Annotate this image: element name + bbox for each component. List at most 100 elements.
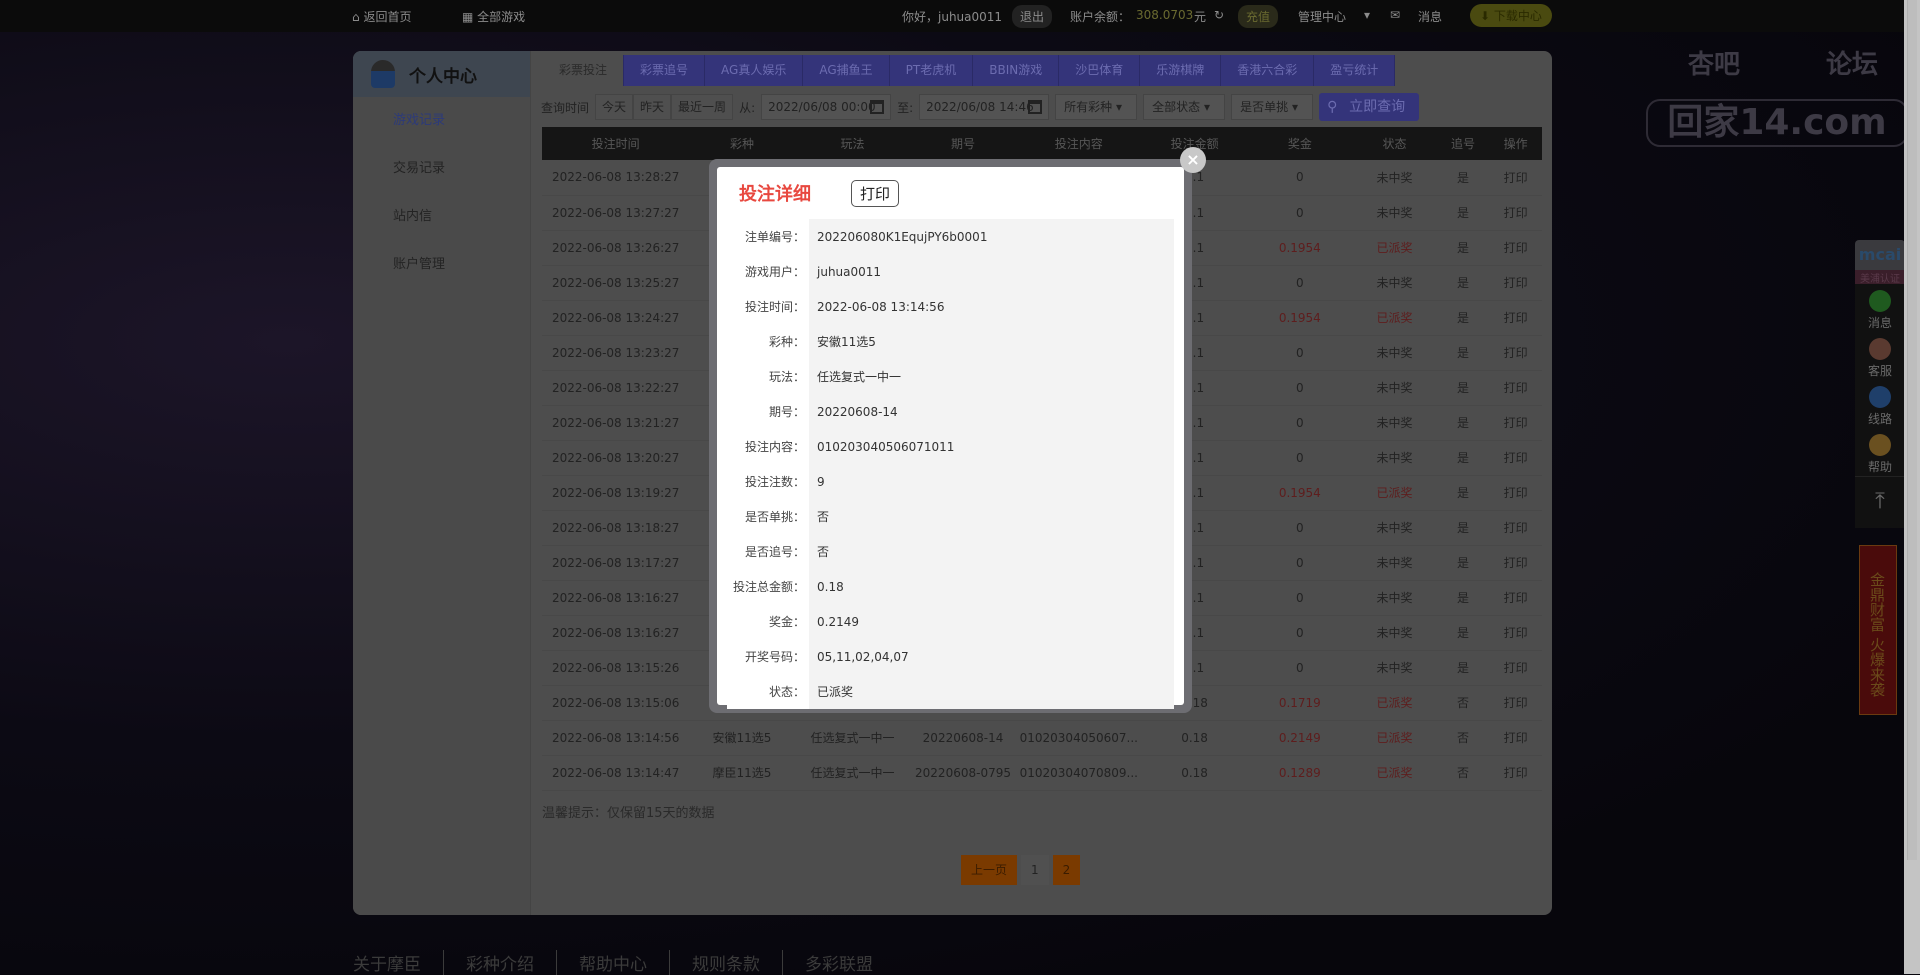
print-link[interactable]: 打印 [1489, 370, 1542, 406]
sidebar-item-transactions[interactable]: 交易记录 [353, 145, 530, 193]
home-link[interactable]: ⌂ 返回首页 [352, 8, 411, 25]
table-cell: 0 [1247, 160, 1353, 196]
print-link[interactable]: 打印 [1489, 545, 1542, 581]
table-cell: 安徽11选5 [689, 720, 795, 756]
rail-messages[interactable]: 消息 [1855, 284, 1905, 332]
footer-link[interactable]: 帮助中心 [557, 950, 670, 975]
prev-page-button[interactable]: 上一页 [961, 855, 1018, 885]
back-to-top-icon[interactable]: ⤒ [1855, 476, 1905, 528]
calendar-icon[interactable] [1028, 100, 1043, 114]
chat-icon [1869, 290, 1891, 312]
sidebar: 个人中心 游戏记录 交易记录 站内信 账户管理 [353, 51, 531, 915]
print-link[interactable]: 打印 [1489, 300, 1542, 336]
sidebar-item-inbox[interactable]: 站内信 [353, 193, 530, 241]
messages-link[interactable]: 消息 [1418, 8, 1442, 25]
refresh-icon[interactable]: ↻ [1214, 8, 1224, 22]
table-cell: 是 [1436, 230, 1490, 266]
detail-label: 期号： [768, 405, 805, 419]
lottery-select[interactable]: 所有彩种 ▾ [1055, 94, 1138, 120]
page-1-button[interactable]: 1 [1021, 855, 1049, 885]
table-cell: 0 [1247, 195, 1353, 231]
detail-row: 奖金： 0.2149 [727, 604, 1174, 639]
print-link[interactable]: 打印 [1489, 195, 1542, 231]
table-cell: 已派奖 [1352, 755, 1437, 791]
rail-routes[interactable]: 线路 [1855, 380, 1905, 428]
print-link[interactable]: 打印 [1489, 475, 1542, 511]
print-link[interactable]: 打印 [1489, 720, 1542, 756]
tab-1[interactable]: 彩票追号 [624, 55, 706, 86]
tab-0[interactable]: 彩票投注 [543, 55, 625, 86]
table-cell: 0 [1247, 265, 1353, 301]
sidebar-item-game-records[interactable]: 游戏记录 [353, 97, 530, 145]
tab-6[interactable]: 沙巴体育 [1059, 55, 1141, 86]
table-cell: 是 [1436, 195, 1490, 231]
table-cell: 是 [1436, 335, 1490, 371]
support-agent-icon [1869, 338, 1891, 360]
page-2-button[interactable]: 2 [1052, 855, 1081, 885]
tab-8[interactable]: 香港六合彩 [1221, 55, 1315, 86]
recharge-button[interactable]: 充值 [1238, 5, 1279, 28]
tab-7[interactable]: 乐游棋牌 [1140, 55, 1222, 86]
detail-value: 202206080K1EqujPY6b0001 [817, 229, 988, 244]
balance-label: 账户余额： [1070, 10, 1131, 24]
table-cell: 0.1954 [1247, 300, 1353, 336]
to-date-input[interactable]: 2022/06/08 14:46 [919, 94, 1050, 120]
mail-icon[interactable]: ✉ [1390, 8, 1400, 22]
table-cell: 20220608-0795 [910, 755, 1016, 791]
detail-label: 投注内容： [744, 440, 805, 454]
table-cell: 01020304070809... [1015, 755, 1142, 791]
print-link[interactable]: 打印 [1489, 230, 1542, 266]
sidebar-item-account[interactable]: 账户管理 [353, 241, 530, 289]
print-link[interactable]: 打印 [1489, 335, 1542, 371]
tab-5[interactable]: BBIN游戏 [973, 55, 1060, 86]
promo-banner[interactable]: 金鼎财富 火爆来袭 [1851, 535, 1905, 730]
yesterday-button[interactable]: 昨天 [633, 94, 672, 120]
footer-link[interactable]: 关于摩臣 [353, 950, 444, 975]
detail-value: 已派奖 [817, 685, 854, 699]
status-select[interactable]: 全部状态 ▾ [1143, 94, 1226, 120]
tab-9[interactable]: 盈亏统计 [1314, 55, 1396, 86]
print-link[interactable]: 打印 [1489, 685, 1542, 721]
print-link[interactable]: 打印 [1489, 405, 1542, 441]
detail-value: 2022-06-08 13:14:56 [817, 299, 945, 314]
logout-button[interactable]: 退出 [1012, 5, 1053, 28]
detail-row: 期号： 20220608-14 [727, 394, 1174, 429]
print-link[interactable]: 打印 [1489, 755, 1542, 791]
table-cell: 2022-06-08 13:19:27 [542, 475, 690, 511]
column-header: 状态 [1352, 127, 1437, 160]
footer-link[interactable]: 彩种介绍 [444, 950, 557, 975]
query-button[interactable]: ⚲ 立即查询 [1319, 93, 1420, 121]
tab-4[interactable]: PT老虎机 [889, 55, 974, 86]
print-link[interactable]: 打印 [1489, 510, 1542, 546]
print-link[interactable]: 打印 [1489, 160, 1542, 196]
table-cell: 0 [1247, 545, 1353, 581]
page-scrollbar[interactable] [1904, 0, 1920, 974]
manage-menu[interactable]: 管理中心 [1298, 8, 1346, 25]
table-cell: 2022-06-08 13:20:27 [542, 440, 690, 476]
download-button[interactable]: ⬇ 下载中心 [1470, 4, 1552, 27]
print-link[interactable]: 打印 [1489, 615, 1542, 651]
close-icon[interactable]: × [1180, 147, 1206, 173]
chevron-down-icon: ▾ [1364, 8, 1371, 22]
from-date-input[interactable]: 2022/06/08 00:00 [761, 94, 892, 120]
sidebar-title: 个人中心 [409, 66, 477, 87]
last-week-button[interactable]: 最近一周 [671, 94, 734, 120]
detail-row: 注单编号： 202206080K1EqujPY6b0001 [727, 219, 1174, 254]
today-button[interactable]: 今天 [595, 94, 634, 120]
footer-link[interactable]: 多彩联盟 [783, 950, 895, 975]
tab-2[interactable]: AG真人娱乐 [705, 55, 804, 86]
all-games-link[interactable]: ▦ 全部游戏 [462, 8, 525, 25]
table-cell: 已派奖 [1352, 685, 1437, 721]
print-link[interactable]: 打印 [1489, 265, 1542, 301]
single-select[interactable]: 是否单挑 ▾ [1231, 94, 1314, 120]
table-cell: 已派奖 [1352, 230, 1437, 266]
rail-support[interactable]: 客服 [1855, 332, 1905, 380]
print-link[interactable]: 打印 [1489, 440, 1542, 476]
calendar-icon[interactable] [870, 100, 885, 114]
footer-link[interactable]: 规则条款 [670, 950, 783, 975]
print-link[interactable]: 打印 [1489, 650, 1542, 686]
rail-help[interactable]: 帮助 [1855, 428, 1905, 476]
print-button[interactable]: 打印 [851, 179, 900, 207]
print-link[interactable]: 打印 [1489, 580, 1542, 616]
tab-3[interactable]: AG捕鱼王 [803, 55, 890, 86]
